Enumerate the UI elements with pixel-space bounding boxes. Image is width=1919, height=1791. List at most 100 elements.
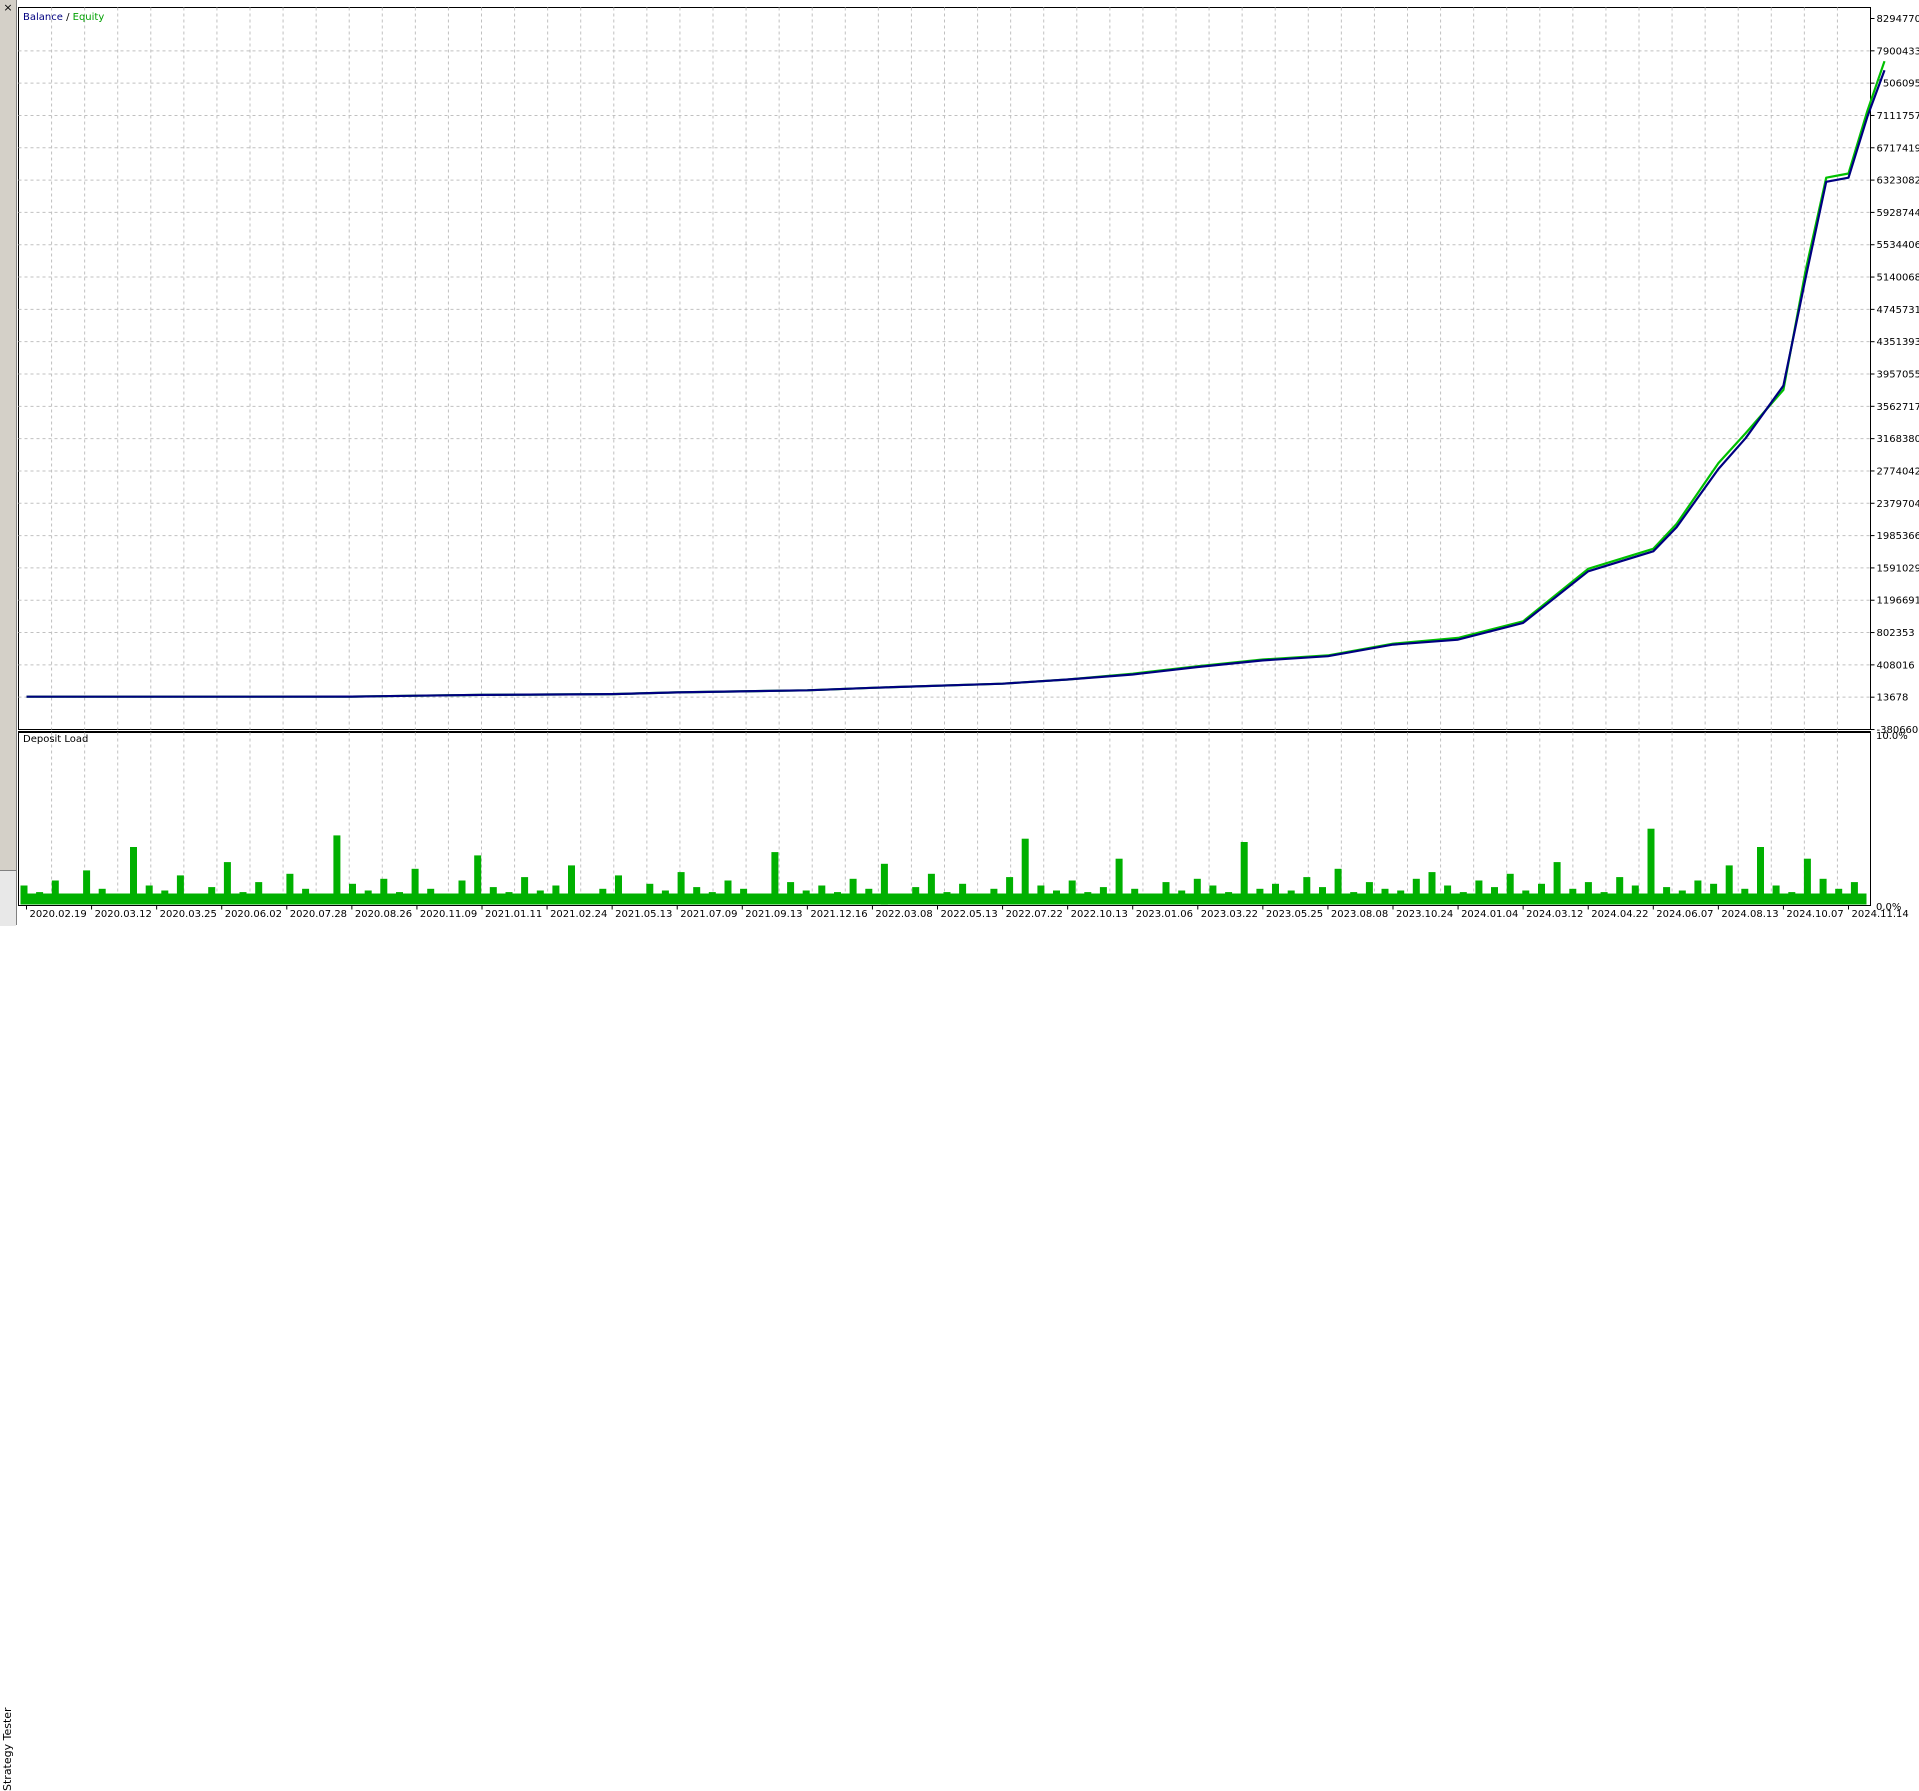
deposit-load-bar — [1178, 891, 1185, 905]
deposit-load-bar — [333, 835, 340, 904]
x-tick-label: 2024.01.04 — [1461, 909, 1518, 920]
deposit-load-bar — [146, 886, 153, 905]
deposit-load-bar — [506, 892, 513, 904]
x-tick-label: 2021.07.09 — [680, 909, 737, 920]
deposit-load-bar — [975, 896, 982, 905]
deposit-load-bar — [1288, 891, 1295, 905]
deposit-load-bar — [912, 887, 919, 904]
deposit-load-bar — [599, 889, 606, 905]
y-tick-label: 3168380 — [1877, 434, 1919, 445]
x-tick-label: 2024.10.07 — [1786, 909, 1843, 920]
deposit-load-bar — [396, 892, 403, 904]
x-tick-label: 2023.05.25 — [1266, 909, 1323, 920]
deposit-load-bar — [1710, 884, 1717, 905]
deposit-load-bar — [756, 894, 763, 905]
deposit-load-bar — [1022, 839, 1029, 905]
x-tick-label: 2020.02.19 — [30, 909, 87, 920]
deposit-load-bar — [1413, 879, 1420, 905]
x-tick-label: 2023.08.08 — [1331, 909, 1388, 920]
deposit-load-bar — [646, 884, 653, 905]
deposit-load-bar — [1788, 892, 1795, 904]
deposit-load-bar — [380, 879, 387, 905]
deposit-load-bar — [1319, 887, 1326, 904]
legend-separator: / — [63, 12, 73, 23]
deposit-load-bar — [1663, 887, 1670, 904]
y-tick-label: 3957055 — [1877, 370, 1919, 381]
y-tick-label: 5534406 — [1877, 240, 1919, 251]
deposit-load-bar — [1131, 889, 1138, 905]
deposit-load-bar — [1209, 886, 1216, 905]
x-tick-label: 2020.11.09 — [420, 909, 477, 920]
deposit-load-bar — [1835, 889, 1842, 905]
y-tick-label: 7111757 — [1877, 111, 1919, 122]
deposit-load-bar — [1303, 877, 1310, 904]
y-tick-label: 4351393 — [1877, 337, 1919, 348]
y-tick-label: 13678 — [1877, 693, 1909, 704]
deposit-load-bar — [427, 889, 434, 905]
x-tick-label: 2021.12.16 — [810, 909, 867, 920]
deposit-load-bar — [240, 892, 247, 904]
deposit-load-bar — [1241, 842, 1248, 905]
deposit-load-bar — [1507, 874, 1514, 905]
y-tick-label: 4745731 — [1877, 305, 1919, 316]
deposit-load-bar — [834, 892, 841, 904]
deposit-load-bar — [897, 894, 904, 905]
x-tick-label: 2021.01.11 — [485, 909, 542, 920]
x-tick-label: 2024.04.22 — [1591, 909, 1648, 920]
deposit-load-bar — [1272, 884, 1279, 905]
deposit-load-bar — [21, 886, 28, 905]
deposit-load-bar — [1397, 891, 1404, 905]
deposit-load-bar — [1491, 887, 1498, 904]
deposit-load-bar — [709, 892, 716, 904]
y-tick-label: 1985366 — [1877, 531, 1919, 542]
deposit-load-bar — [803, 891, 810, 905]
deposit-load-bar — [1648, 829, 1655, 905]
deposit-load-bar — [725, 881, 732, 905]
deposit-load-bar — [1616, 877, 1623, 904]
deposit-load-bar — [1350, 892, 1357, 904]
deposit-load-bar — [1053, 891, 1060, 905]
deposit-load-bar — [1100, 887, 1107, 904]
deposit-load-bar — [459, 881, 466, 905]
deposit-load-bar — [490, 887, 497, 904]
deposit-load-bar — [177, 875, 184, 904]
deposit-load-bar — [114, 894, 121, 905]
deposit-load-bar — [1147, 894, 1154, 905]
deposit-load-bar — [224, 862, 231, 904]
deposit-load-bar — [1554, 862, 1561, 904]
deposit-load-bar — [881, 864, 888, 905]
x-tick-label: 2022.05.13 — [941, 909, 998, 920]
y-tick-label: 802353 — [1877, 628, 1915, 639]
deposit-load-bar — [83, 870, 90, 904]
deposit-load-bar — [286, 874, 293, 905]
deposit-load-bar — [1585, 882, 1592, 904]
deposit-load-bar — [318, 894, 325, 905]
y-tick-label: 5928744 — [1877, 208, 1919, 219]
y-tick-label: 1196691 — [1877, 596, 1919, 607]
deposit-load-bar — [130, 847, 137, 905]
deposit-load-bar — [1475, 881, 1482, 905]
deposit-load-bar — [1773, 886, 1780, 905]
deposit-load-bar — [1225, 892, 1232, 904]
x-tick-label: 2023.03.22 — [1201, 909, 1258, 920]
deposit-load-bar — [944, 892, 951, 904]
deposit-load-bar — [1460, 892, 1467, 904]
x-tick-label: 2021.02.24 — [550, 909, 607, 920]
deposit-load-bar — [1820, 879, 1827, 905]
deposit-load-bar — [584, 894, 591, 905]
x-tick-label: 2022.03.08 — [875, 909, 932, 920]
balance-y-axis: 8294770790043375060957111757671741963230… — [1871, 14, 1919, 736]
x-tick-label: 2022.10.13 — [1071, 909, 1128, 920]
deposit-load-bar — [865, 889, 872, 905]
y-tick-label: 5140068 — [1877, 273, 1919, 284]
x-tick-label: 2020.07.28 — [290, 909, 347, 920]
deposit-load-bar — [1194, 879, 1201, 905]
x-tick-label: 2020.08.26 — [355, 909, 412, 920]
deposit-load-bar — [928, 874, 935, 905]
deposit-load-bar — [787, 882, 794, 904]
deposit-load-bar — [1601, 892, 1608, 904]
deposit-load-bar — [1569, 889, 1576, 905]
deposit-load-bar — [1694, 881, 1701, 905]
x-tick-label: 2023.10.24 — [1396, 909, 1453, 920]
y-tick-label: 1591029 — [1877, 563, 1919, 574]
